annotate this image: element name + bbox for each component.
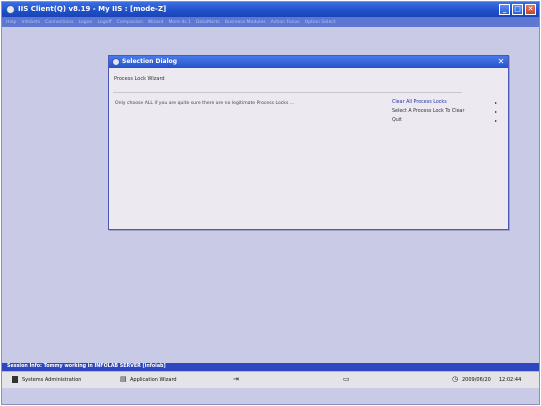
- date-text: 2009/06/20: [462, 376, 491, 383]
- clock-icon: ◷: [452, 375, 459, 383]
- minimize-button[interactable]: _: [499, 4, 510, 15]
- task-label: Systems Administration: [22, 376, 82, 383]
- dialog-title: Selection Dialog: [122, 58, 178, 65]
- task-label: Application Wizard: [130, 376, 177, 383]
- time-text: 12:02:44: [498, 376, 522, 383]
- menu-item-more[interactable]: More ds 1: [168, 20, 191, 25]
- menu-item-business-modules[interactable]: Business Modules: [225, 20, 266, 25]
- dialog-message: Only choose ALL if you are quite sure th…: [115, 101, 295, 106]
- option-select-lock[interactable]: Select A Process Lock To Clear ▸: [392, 109, 497, 118]
- dialog-titlebar: Selection Dialog ✕: [109, 56, 508, 68]
- maximize-button[interactable]: □: [512, 4, 523, 15]
- chevron-right-icon: ▸: [494, 100, 497, 105]
- module-icon: [12, 376, 18, 383]
- dialog-subtitle: Process Lock Wizard: [114, 76, 165, 82]
- app-title: IIS Client(Q) v8.19 - My IIS : [mode-Z]: [18, 5, 167, 13]
- menu-item-action-focus[interactable]: Action Focus: [271, 20, 300, 25]
- option-quit[interactable]: Quit ▸: [392, 118, 497, 127]
- dialog-icon: [112, 58, 120, 66]
- menu-item-infosets[interactable]: InfoSets: [21, 20, 40, 25]
- option-label: Select A Process Lock To Clear: [392, 109, 465, 114]
- close-button[interactable]: ✕: [525, 4, 536, 15]
- session-info-bar: Session Info: Tommy working in INFOLAB S…: [2, 363, 539, 371]
- option-list: Clear All Process Locks ▸ Select A Proce…: [392, 100, 497, 127]
- dialog-close-icon[interactable]: ✕: [496, 57, 506, 67]
- menu-bar: Help InfoSets Connections Logon Logoff C…: [2, 17, 539, 27]
- logon-icon[interactable]: ⇥: [233, 376, 243, 383]
- selection-dialog: Selection Dialog ✕ Process Lock Wizard O…: [108, 55, 509, 230]
- chevron-right-icon: ▸: [494, 118, 497, 123]
- menu-item-help[interactable]: Help: [6, 20, 16, 25]
- option-clear-all-locks[interactable]: Clear All Process Locks ▸: [392, 100, 497, 109]
- wizard-icon: ▤: [120, 375, 127, 383]
- task-systems-administration[interactable]: Systems Administration: [12, 376, 81, 383]
- menu-item-wizard[interactable]: Wizard: [148, 20, 164, 25]
- clock-area: ◷ 2009/06/20 12:02:44: [452, 376, 521, 383]
- dialog-divider: [113, 92, 462, 93]
- menu-item-datamarts[interactable]: DataMarts: [196, 20, 220, 25]
- app-window: IIS Client(Q) v8.19 - My IIS : [mode-Z] …: [1, 1, 540, 405]
- menu-item-companion[interactable]: Companion: [117, 20, 143, 25]
- task-application-wizard[interactable]: ▤ Application Wizard: [120, 376, 177, 383]
- taskbar: Systems Administration ▤ Application Wiz…: [2, 371, 539, 388]
- app-icon: [6, 5, 15, 14]
- chevron-right-icon: ▸: [494, 109, 497, 114]
- menu-item-connections[interactable]: Connections: [45, 20, 73, 25]
- app-titlebar: IIS Client(Q) v8.19 - My IIS : [mode-Z] …: [2, 2, 539, 17]
- menu-item-logoff[interactable]: Logoff: [97, 20, 111, 25]
- option-label: Quit: [392, 118, 403, 123]
- menu-item-logon[interactable]: Logon: [79, 20, 93, 25]
- menu-item-option-select[interactable]: Option Select: [305, 20, 336, 25]
- window-controls: _ □ ✕: [499, 4, 536, 15]
- option-label: Clear All Process Locks: [392, 100, 447, 105]
- folder-icon[interactable]: ▭: [343, 376, 353, 383]
